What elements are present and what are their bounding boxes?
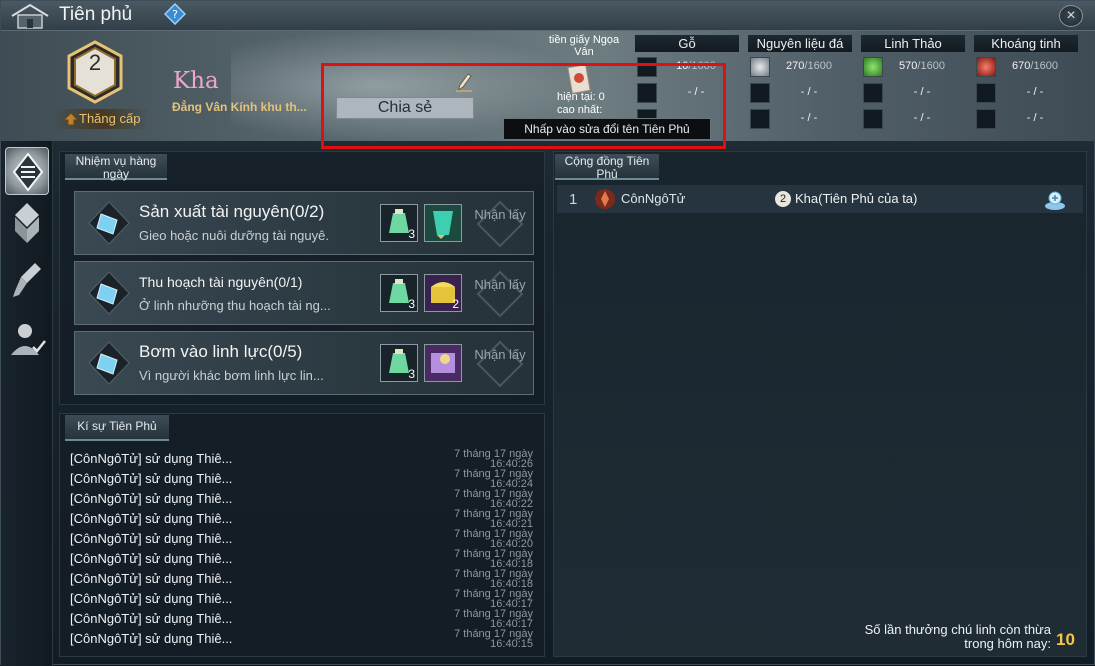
tien-phu-window: Tiên phủ ? × 2 Thăng cấp Kha Đẳng Vân Kí… <box>0 0 1095 666</box>
log-entry: [CônNgôTử] sử dụng Thiê... 7 tháng 17 ngà… <box>70 469 533 489</box>
player-name: CônNgôTử <box>621 191 686 206</box>
community-panel <box>553 151 1087 657</box>
spirit-reward-count: 10 <box>1056 630 1075 649</box>
log-entry: [CônNgôTử] sử dụng Thiê... 7 tháng 17 ngà… <box>70 449 533 469</box>
log-entry: [CônNgôTử] sử dụng Thiê... 7 tháng 17 ngà… <box>70 529 533 549</box>
task-item: Bơm vào linh lực(0/5) Vì người khác bơm … <box>74 331 534 395</box>
tab-community[interactable]: Cộng đồng Tiên Phủ <box>555 154 659 181</box>
reward-scroll[interactable] <box>424 344 462 382</box>
resource-stone: Nguyên liệu đá 270/1600 - / - - / - <box>748 35 852 137</box>
tab-log[interactable]: Kí sự Tiên Phủ <box>65 415 169 441</box>
log-entry: [CônNgôTử] sử dụng Thiê... 7 tháng 17 ngà… <box>70 609 533 629</box>
level-badge: 2 <box>775 191 791 207</box>
rename-tooltip: Nhấp vào sửa đổi tên Tiên Phủ <box>503 118 711 140</box>
claim-button[interactable]: Nhận lấy <box>474 268 526 320</box>
resource-name: Linh Thảo <box>861 35 965 52</box>
log-entry: [CônNgôTử] sử dụng Thiê... 7 tháng 17 ngà… <box>70 489 533 509</box>
level-number: 2 <box>88 50 102 75</box>
home-icon <box>11 3 49 29</box>
sidebar-item-buildings[interactable] <box>5 199 49 247</box>
sidebar-item-tasks[interactable] <box>5 147 49 195</box>
owner-label: Kha(Tiên Phủ của ta) <box>795 191 918 206</box>
currency-label: tiền giấy Ngọa Vân <box>548 34 620 58</box>
avatar <box>595 189 615 209</box>
list-icon <box>12 152 44 192</box>
owner-name: Kha <box>173 68 219 94</box>
task-item: Sản xuất tài nguyên(0/2) Gieo hoặc nuôi … <box>74 191 534 255</box>
resource-name: Gỗ <box>635 35 739 52</box>
help-icon[interactable]: ? <box>164 3 186 25</box>
herb-icon[interactable] <box>863 57 883 77</box>
log-entry: [CônNgôTử] sử dụng Thiê... 7 tháng 17 ngà… <box>70 569 533 589</box>
reward-potion[interactable]: 3 <box>380 344 418 382</box>
stone-icon[interactable] <box>750 109 770 129</box>
stone-icon[interactable] <box>750 57 770 77</box>
claim-button[interactable]: Nhận lấy <box>474 198 526 250</box>
herb-icon[interactable] <box>863 109 883 129</box>
levelup-button[interactable]: Thăng cấp <box>53 109 149 129</box>
reward-potion[interactable]: 3 <box>380 204 418 242</box>
rank: 1 <box>569 191 578 208</box>
tab-daily-tasks[interactable]: Nhiệm vụ hàng ngày <box>65 154 167 181</box>
task-title: Thu hoạch tài nguyên(0/1) <box>139 274 303 290</box>
visit-icon[interactable] <box>1043 189 1067 211</box>
crystal-icon[interactable] <box>976 57 996 77</box>
sidebar <box>1 141 53 666</box>
sidebar-item-gather[interactable] <box>5 257 49 305</box>
window-title: Tiên phủ <box>59 4 133 25</box>
task-description: Ở linh nhưỡng thu hoạch tài ng... <box>139 298 331 313</box>
scroll-reward-icon <box>431 353 455 373</box>
spirit-reward-label: Số lần thưởng chú linh còn thừa trong hô… <box>864 622 1051 651</box>
svg-text:?: ? <box>172 8 178 21</box>
resource-crystal: Khoáng tinh 670/1600 - / - - / - <box>974 35 1078 137</box>
resource-herb: Linh Thảo 570/1600 - / - - / - <box>861 35 965 137</box>
log-entry: [CônNgôTử] sử dụng Thiê... 7 tháng 17 ngà… <box>70 509 533 529</box>
scroll-icon <box>88 271 130 315</box>
task-item: Thu hoạch tài nguyên(0/1) Ở linh nhưỡng … <box>74 261 534 325</box>
building-icon <box>15 203 39 243</box>
crystal-icon[interactable] <box>976 83 996 103</box>
owner-description: Đẳng Vân Kính khu th... <box>172 100 307 114</box>
claim-diamond-icon <box>476 340 524 388</box>
shovel-icon <box>13 263 41 297</box>
task-description: Vì người khác bơm linh lực lin... <box>139 368 324 383</box>
reward-chest[interactable]: 2 <box>424 274 462 312</box>
resource-name: Khoáng tinh <box>974 35 1078 52</box>
scroll-icon <box>88 341 130 385</box>
log-entry: [CônNgôTử] sử dụng Thiê... 7 tháng 17 ngà… <box>70 589 533 609</box>
claim-button[interactable]: Nhận lấy <box>474 338 526 390</box>
herb-icon[interactable] <box>863 83 883 103</box>
reward-talisman[interactable] <box>424 204 462 242</box>
log-entry: [CônNgôTử] sử dụng Thiê... 7 tháng 17 ngà… <box>70 629 533 649</box>
stone-icon[interactable] <box>750 83 770 103</box>
scroll-icon <box>88 201 130 245</box>
crystal-icon[interactable] <box>976 109 996 129</box>
close-button[interactable]: × <box>1059 5 1083 27</box>
character-icon <box>11 324 46 355</box>
reward-potion[interactable]: 3 <box>380 274 418 312</box>
claim-diamond-icon <box>476 200 524 248</box>
task-title: Sản xuất tài nguyên(0/2) <box>139 202 325 221</box>
task-description: Gieo hoặc nuôi dưỡng tài nguyê. <box>139 228 329 243</box>
community-row[interactable]: 1 CônNgôTử 2 Kha(Tiên Phủ của ta) <box>557 185 1083 213</box>
claim-diamond-icon <box>476 270 524 318</box>
log-entry: [CônNgôTử] sử dụng Thiê... 7 tháng 17 ngà… <box>70 549 533 569</box>
task-title: Bơm vào linh lực(0/5) <box>139 342 303 361</box>
title-bar: Tiên phủ ? × <box>1 1 1095 31</box>
resource-name: Nguyên liệu đá <box>748 35 852 52</box>
talisman-icon <box>433 211 453 239</box>
sidebar-item-character[interactable] <box>5 317 49 365</box>
